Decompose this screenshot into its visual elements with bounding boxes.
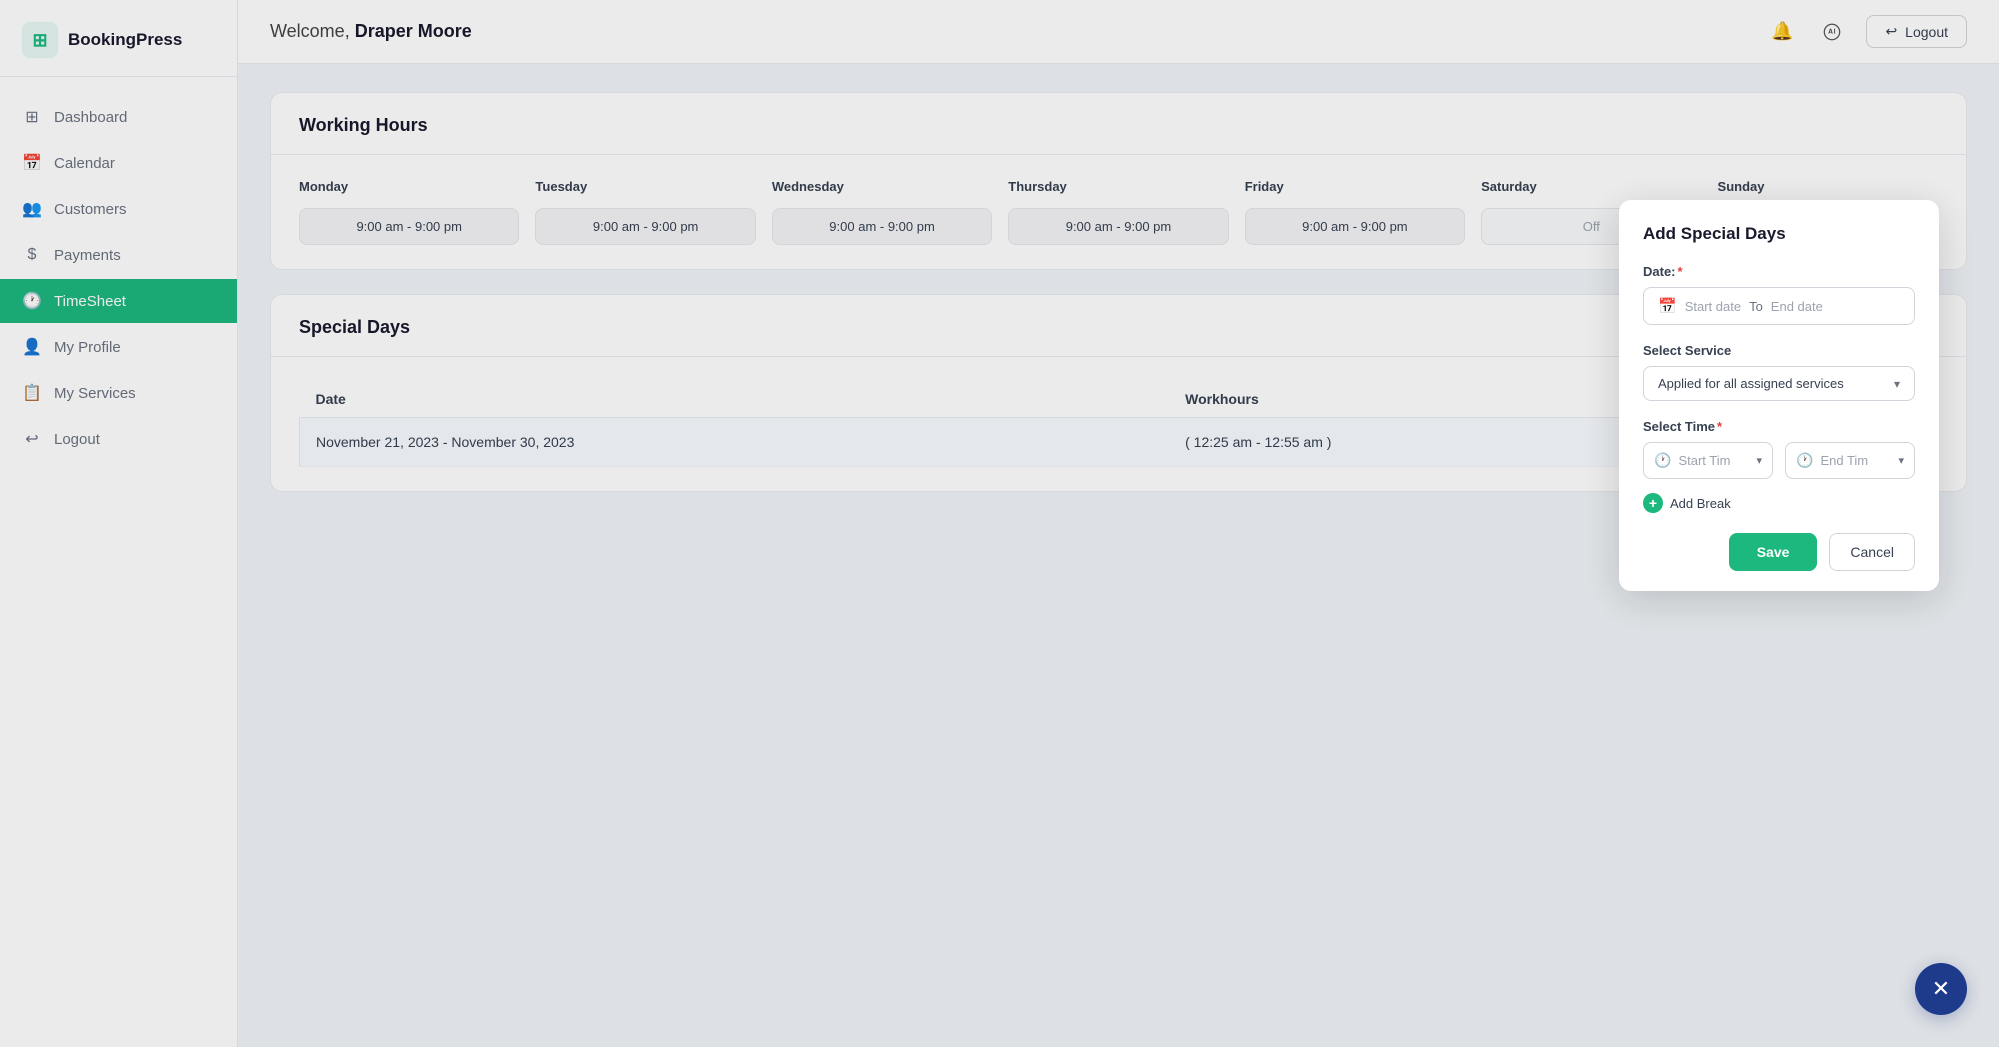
service-selected-value: Applied for all assigned services bbox=[1658, 376, 1844, 391]
panel-footer: Save Cancel bbox=[1643, 533, 1915, 571]
date-separator: To bbox=[1749, 299, 1763, 314]
time-row: 🕐 Start Tim ▾ 🕐 End Tim ▾ bbox=[1643, 442, 1915, 479]
start-time-input[interactable]: 🕐 Start Tim ▾ bbox=[1643, 442, 1773, 479]
clock-end-icon: 🕐 bbox=[1796, 452, 1813, 469]
date-field-label: Date:* bbox=[1643, 264, 1915, 279]
end-date-placeholder: End date bbox=[1771, 299, 1823, 314]
start-time-placeholder: Start Tim bbox=[1678, 453, 1730, 468]
add-break-icon: + bbox=[1643, 493, 1663, 513]
add-break-row[interactable]: + Add Break bbox=[1643, 493, 1915, 513]
date-range-input[interactable]: 📅 Start date To End date bbox=[1643, 287, 1915, 325]
start-date-placeholder: Start date bbox=[1685, 299, 1741, 314]
help-button[interactable]: ✕ bbox=[1915, 963, 1967, 1015]
time-field-label: Select Time* bbox=[1643, 419, 1915, 434]
chevron-down-icon: ▾ bbox=[1894, 377, 1900, 391]
end-time-placeholder: End Tim bbox=[1820, 453, 1868, 468]
clock-start-icon: 🕐 bbox=[1654, 452, 1671, 469]
panel-title: Add Special Days bbox=[1643, 224, 1915, 244]
calendar-input-icon: 📅 bbox=[1658, 297, 1677, 315]
end-time-input[interactable]: 🕐 End Tim ▾ bbox=[1785, 442, 1915, 479]
service-select[interactable]: Applied for all assigned services ▾ bbox=[1643, 366, 1915, 401]
start-time-chevron: ▾ bbox=[1756, 454, 1762, 467]
service-field-label: Select Service bbox=[1643, 343, 1915, 358]
help-icon: ✕ bbox=[1932, 976, 1950, 1002]
add-break-label: Add Break bbox=[1670, 496, 1731, 511]
end-time-chevron: ▾ bbox=[1898, 454, 1904, 467]
cancel-button[interactable]: Cancel bbox=[1829, 533, 1915, 571]
add-special-days-panel: Add Special Days Date:* 📅 Start date To … bbox=[1619, 200, 1939, 591]
save-button[interactable]: Save bbox=[1729, 533, 1818, 571]
